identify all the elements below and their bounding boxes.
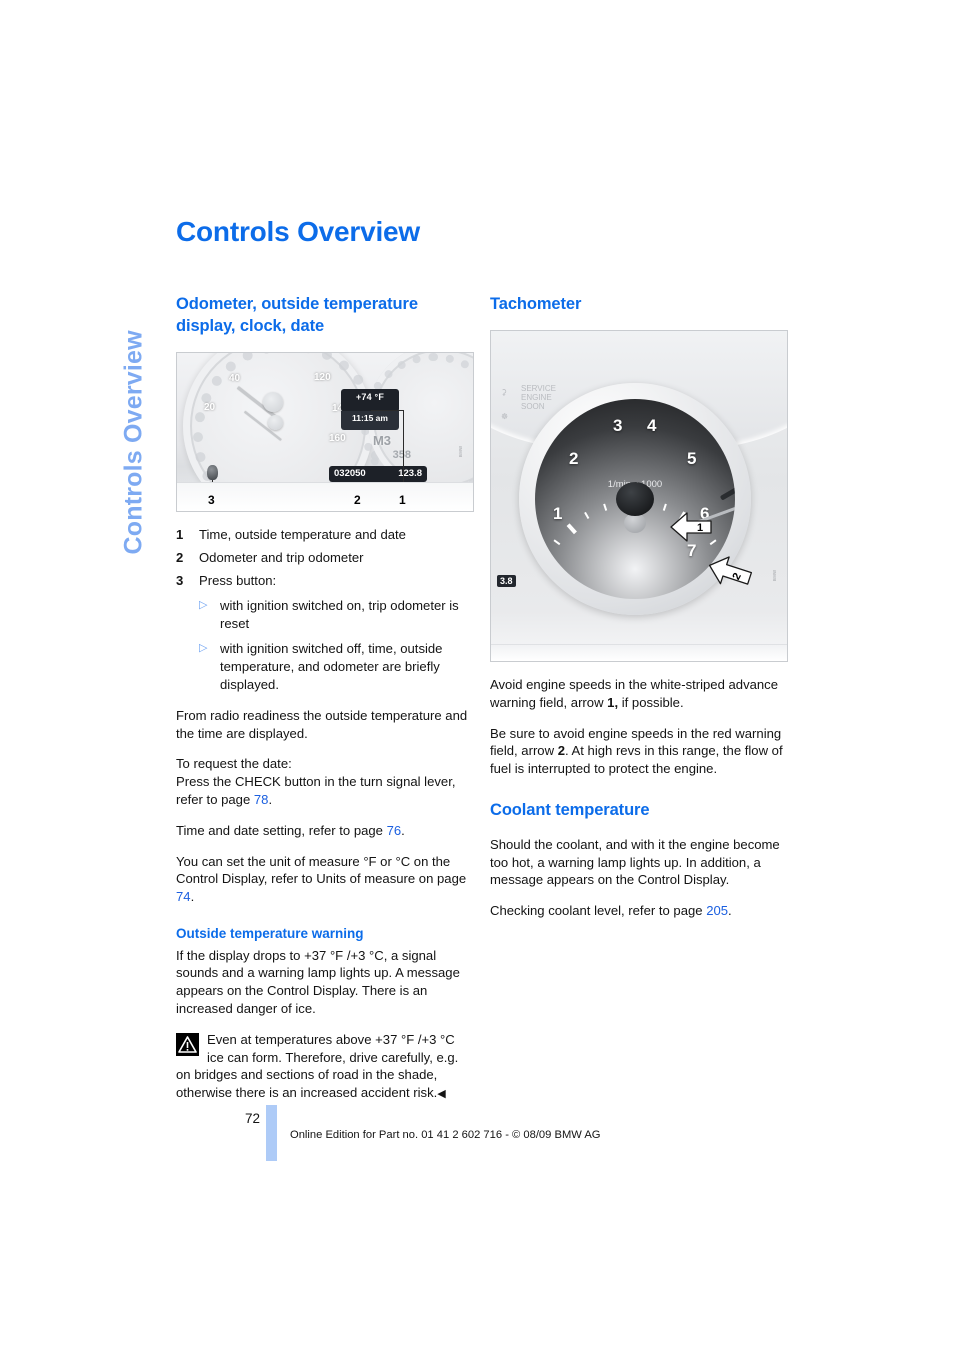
figure-callout-3: 3 xyxy=(208,492,215,507)
tach-bottom-trim xyxy=(491,643,787,661)
list-item-label: Odometer and trip odometer xyxy=(199,549,364,565)
list-item: 2 Odometer and trip odometer xyxy=(176,549,474,568)
tach-number-5: 5 xyxy=(687,448,697,468)
request-date-body-b: . xyxy=(268,792,273,807)
speed-label-120: 120 xyxy=(314,371,331,383)
footer-credit-line: Online Edition for Part no. 01 41 2 602 … xyxy=(290,1129,601,1141)
figure-callout-1: 1 xyxy=(399,492,406,507)
units-b: . xyxy=(190,889,195,905)
warning-triangle-icon xyxy=(176,1032,199,1056)
lcd-gear-indicator: M3 xyxy=(372,432,391,448)
paragraph-advance-warning: Avoid engine speeds in the white-striped… xyxy=(490,676,788,712)
svg-text:1: 1 xyxy=(697,522,703,534)
tach-number-4: 4 xyxy=(647,415,657,435)
list-item: ▷ with ignition switched off, time, outs… xyxy=(199,640,474,693)
page-content: Controls Overview Odometer, outside temp… xyxy=(176,216,788,1100)
trip-reset-button xyxy=(207,464,218,480)
page-reference-205[interactable]: 205 xyxy=(706,903,728,918)
right-column: Tachometer ⚳ SERVICE ENGINE SOON ☸ 1 2 3… xyxy=(490,294,788,933)
cluster-callout-list: 1 Time, outside temperature and date 2 O… xyxy=(176,526,474,694)
seatbelt-telltale-icon: ⚳ xyxy=(501,387,507,397)
callout-arrow-1: 1 xyxy=(667,509,712,543)
check-engine-telltale-icon: SERVICE ENGINE SOON xyxy=(521,383,556,411)
list-item-label: Press button: xyxy=(199,572,277,588)
tachometer-hub xyxy=(616,481,654,516)
speed-label-20: 20 xyxy=(204,401,216,413)
chapter-side-tab: Controls Overview xyxy=(104,230,164,560)
subsection-title-outside-temperature-warning: Outside temperature warning xyxy=(176,925,364,941)
list-item-number: 3 xyxy=(176,572,184,588)
coolant-check-a: Checking coolant level, refer to page xyxy=(490,903,707,919)
time-date-setting-b: . xyxy=(401,822,405,838)
paragraph-radio-readiness: From radio readiness the outside tempera… xyxy=(176,707,468,741)
paragraph-units-of-measure: You can set the unit of measure °F or °C… xyxy=(176,853,474,906)
arrow-reference-2: 2 xyxy=(557,743,565,759)
left-column: Odometer, outside temperature display, c… xyxy=(176,294,474,1102)
warning-notice-text: Even at temperatures above +37 °F /+3 °C… xyxy=(176,1031,459,1101)
section-end-mark: ◀ xyxy=(437,1088,446,1101)
triangle-bullet-icon: ▷ xyxy=(199,642,208,655)
instrument-cluster-figure: 40 20 120 140 160 +74 °F 11:15 am M3 358… xyxy=(176,351,474,512)
tach-number-2: 2 xyxy=(569,448,579,468)
page-title: Controls Overview xyxy=(176,216,421,247)
callout-leader-1-horizontal xyxy=(371,409,404,411)
speedometer-hub xyxy=(263,391,283,412)
arrow-reference-1: 1, xyxy=(607,694,619,710)
page-reference-78[interactable]: 78 xyxy=(254,792,269,807)
tach-number-3: 3 xyxy=(613,415,623,435)
lcd-range-value: 358 xyxy=(392,448,411,461)
section-title-odometer: Odometer, outside temperature display, c… xyxy=(176,295,418,335)
list-item-number: 1 xyxy=(176,526,184,542)
figure-callout-2: 2 xyxy=(354,492,361,507)
lcd-odometer-group: 032050 123.8 xyxy=(329,465,427,482)
lcd-clock: 11:15 am xyxy=(341,410,399,430)
list-item: 3 Press button: ▷ with ignition switched… xyxy=(176,572,474,694)
units-a: You can set the unit of measure °F or °C… xyxy=(176,853,467,887)
list-item: 1 Time, outside temperature and date xyxy=(176,526,474,545)
page-footer: 72 Online Edition for Part no. 01 41 2 6… xyxy=(176,1105,788,1175)
airbag-telltale-icon: ☸ xyxy=(501,411,509,421)
list-item-label: with ignition switched on, trip odometer… xyxy=(220,597,459,631)
request-date-body-a: Press the CHECK button in the turn signa… xyxy=(176,774,456,807)
press-button-bullets: ▷ with ignition switched on, trip odomet… xyxy=(199,597,474,694)
speed-label-160: 160 xyxy=(329,432,346,444)
list-item-label: Time, outside temperature and date xyxy=(199,526,406,542)
warning-notice: Even at temperatures above +37 °F /+3 °C… xyxy=(176,1031,474,1102)
page-reference-76[interactable]: 76 xyxy=(387,823,402,838)
chapter-side-tab-label: Controls Overview xyxy=(119,330,148,555)
speed-label-40: 40 xyxy=(229,372,241,384)
list-item: ▷ with ignition switched on, trip odomet… xyxy=(199,597,474,633)
figure-watermark: BMW xyxy=(457,445,463,457)
temperature-gauge-hub xyxy=(624,512,646,533)
page-number: 72 xyxy=(244,1111,260,1126)
coolant-check-b: . xyxy=(728,903,732,919)
lcd-odometer-value: 032050 xyxy=(334,467,366,479)
page-reference-74[interactable]: 74 xyxy=(176,889,191,904)
paragraph-outside-temperature-warning: If the display drops to +37 °F /+3 °C, a… xyxy=(176,947,460,1016)
paragraph-request-date: To request the date: Press the CHECK but… xyxy=(176,755,474,808)
lcd-trip-odometer-value: 123.8 xyxy=(398,467,422,479)
lcd-fragment-trip: 3.8 xyxy=(497,574,516,587)
section-title-tachometer: Tachometer xyxy=(490,295,582,313)
time-date-setting-a: Time and date setting, refer to page xyxy=(176,822,387,838)
cluster-bottom-trim xyxy=(177,481,473,511)
advance-text-b: if possible. xyxy=(618,694,684,710)
footer-accent-bar xyxy=(266,1105,277,1161)
tachometer-figure: ⚳ SERVICE ENGINE SOON ☸ 1 2 3 4 5 6 7 1/… xyxy=(490,329,788,662)
tach-tick xyxy=(635,597,735,599)
paragraph-coolant-check: Checking coolant level, refer to page 20… xyxy=(490,902,788,920)
tach-number-1: 1 xyxy=(553,503,563,523)
section-title-coolant-temperature: Coolant temperature xyxy=(490,800,650,819)
paragraph-red-warning: Be sure to avoid engine speeds in the re… xyxy=(490,725,788,778)
lcd-outside-temperature: +74 °F xyxy=(341,388,399,412)
tach-tick xyxy=(535,597,635,599)
list-item-number: 2 xyxy=(176,549,184,565)
paragraph-coolant-body: Should the coolant, and with it the engi… xyxy=(490,836,780,888)
fuel-hub xyxy=(268,414,283,430)
triangle-bullet-icon: ▷ xyxy=(199,598,208,611)
list-item-label: with ignition switched off, time, outsid… xyxy=(220,641,443,693)
paragraph-time-date-setting: Time and date setting, refer to page 76. xyxy=(176,822,474,840)
figure-watermark: BMW xyxy=(771,569,777,581)
request-date-lead: To request the date: xyxy=(176,756,292,772)
